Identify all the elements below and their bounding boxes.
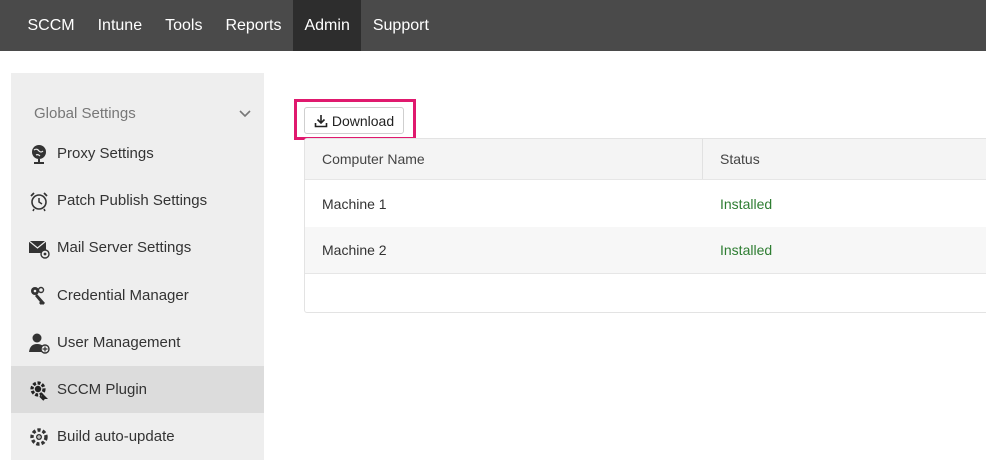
nav-item-intune[interactable]: Intune xyxy=(86,0,153,51)
sidebar-item-label: Build auto-update xyxy=(57,428,175,445)
alarm-clock-icon xyxy=(27,189,51,213)
download-button-label: Download xyxy=(331,112,395,129)
sidebar-item-label: User Management xyxy=(57,334,181,351)
gear-update-icon xyxy=(27,425,51,449)
sidebar: Global Settings Proxy Settings Patch Pub… xyxy=(11,73,264,460)
sidebar-item-mail-server-settings[interactable]: Mail Server Settings xyxy=(11,224,264,271)
sidebar-item-credential-manager[interactable]: Credential Manager xyxy=(11,272,264,319)
plugin-gear-icon xyxy=(27,378,51,402)
user-settings-icon xyxy=(27,331,51,355)
sidebar-item-label: Credential Manager xyxy=(57,287,189,304)
sidebar-item-label: Mail Server Settings xyxy=(57,239,192,256)
download-button[interactable]: Download xyxy=(304,107,404,134)
sidebar-item-sccm-plugin[interactable]: SCCM Plugin xyxy=(11,366,264,413)
nav-item-admin[interactable]: Admin xyxy=(292,0,362,51)
top-nav: SCCM Intune Tools Reports Admin Support xyxy=(0,0,986,51)
mail-settings-icon xyxy=(27,236,51,260)
cell-computer-name: Machine 1 xyxy=(322,195,387,212)
sidebar-item-proxy-settings[interactable]: Proxy Settings xyxy=(11,130,264,177)
column-header-computer-name[interactable]: Computer Name xyxy=(305,139,703,179)
cell-status: Installed xyxy=(720,195,773,212)
sidebar-section-global-settings[interactable]: Global Settings xyxy=(11,97,264,129)
column-header-status[interactable]: Status xyxy=(703,139,986,179)
sidebar-item-label: Patch Publish Settings xyxy=(57,192,208,209)
computers-table: Computer Name Status Machine 1 Installed… xyxy=(304,138,986,313)
nav-item-reports[interactable]: Reports xyxy=(214,0,293,51)
cell-computer-name: Machine 2 xyxy=(322,242,387,258)
download-icon xyxy=(314,114,328,127)
nav-item-tools[interactable]: Tools xyxy=(154,0,214,51)
sidebar-item-patch-publish-settings[interactable]: Patch Publish Settings xyxy=(11,177,264,224)
chevron-down-icon xyxy=(239,110,251,118)
nav-item-support[interactable]: Support xyxy=(361,0,440,51)
sidebar-item-label: SCCM Plugin xyxy=(57,381,148,398)
table-row[interactable]: Machine 2 Installed xyxy=(305,227,986,274)
table-header: Computer Name Status xyxy=(305,139,986,180)
keys-icon xyxy=(27,284,51,308)
sidebar-item-build-auto-update[interactable]: Build auto-update xyxy=(11,413,264,460)
sidebar-section-title: Global Settings xyxy=(34,104,136,122)
globe-icon xyxy=(27,142,51,166)
sidebar-item-label: Proxy Settings xyxy=(57,145,154,162)
nav-item-sccm[interactable]: SCCM xyxy=(16,0,86,51)
table-row[interactable]: Machine 1 Installed xyxy=(305,180,986,227)
cell-status: Installed xyxy=(720,242,773,258)
sidebar-item-user-management[interactable]: User Management xyxy=(11,319,264,366)
